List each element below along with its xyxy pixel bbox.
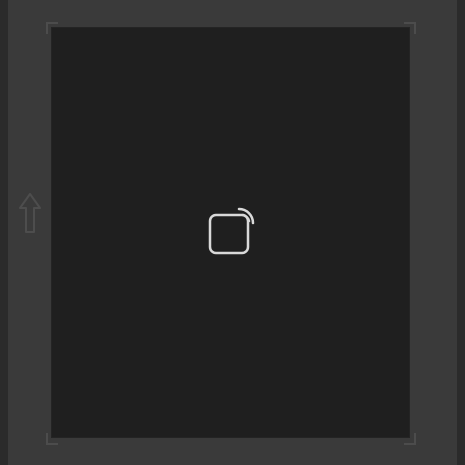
camera-screen (0, 0, 465, 465)
up-arrow-icon[interactable] (18, 192, 42, 234)
right-edge-band (457, 0, 465, 465)
left-edge-band (0, 0, 8, 465)
viewport-corner-bottom-right (404, 433, 416, 445)
camera-frame-icon[interactable] (207, 205, 259, 257)
viewport-corner-top-right (404, 22, 416, 34)
viewport-corner-top-left (46, 22, 58, 34)
viewport-corner-bottom-left (46, 433, 58, 445)
